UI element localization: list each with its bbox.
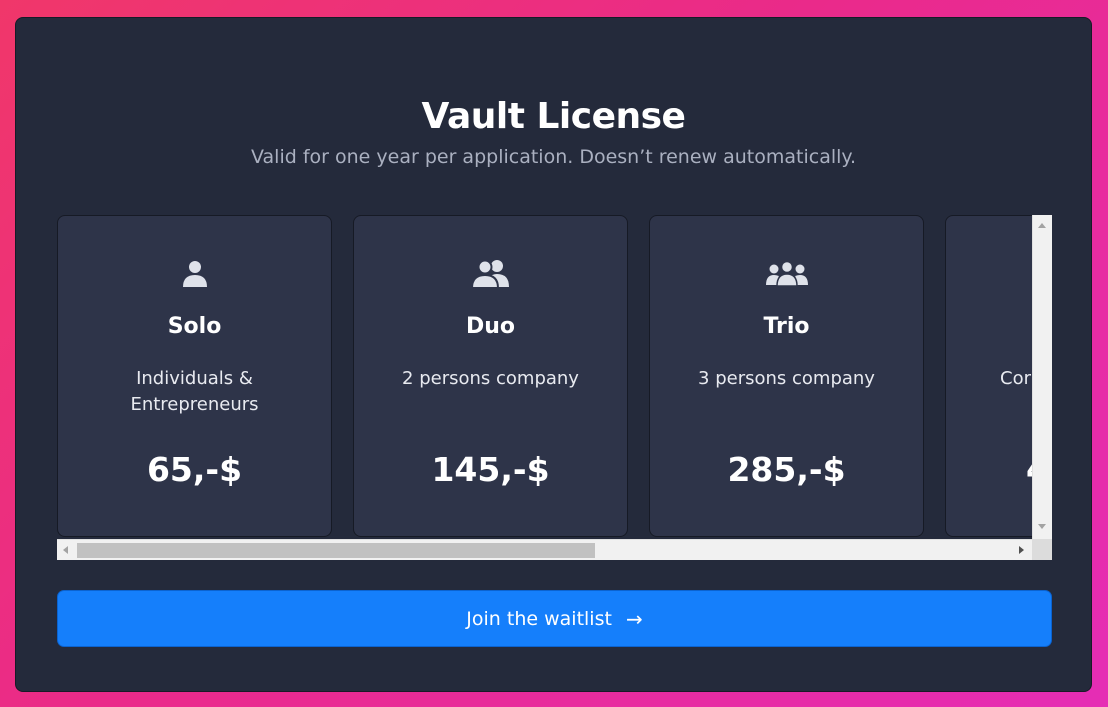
plan-name: Solo: [167, 314, 222, 339]
person-icon: [58, 256, 331, 292]
group-icon: [650, 256, 923, 292]
scrollbar-corner: [1032, 539, 1052, 560]
plans-track: Solo Individuals & Entrepreneurs 65,-$ D…: [57, 215, 1032, 539]
scroll-left-arrow-icon[interactable]: [63, 546, 68, 554]
license-panel: Vault License Valid for one year per app…: [15, 17, 1092, 692]
scroll-up-arrow-icon[interactable]: [1038, 223, 1046, 228]
plan-description: Individuals & Entrepreneurs: [130, 368, 259, 415]
plan-description: 2 persons company: [402, 368, 579, 389]
page-subtitle: Valid for one year per application. Does…: [251, 146, 856, 168]
plan-description: Cor: [1000, 368, 1031, 389]
scroll-down-arrow-icon[interactable]: [1038, 524, 1046, 529]
two-persons-icon: [354, 256, 627, 292]
plan-card-trio[interactable]: Trio 3 persons company 285,-$: [649, 215, 924, 537]
horizontal-scrollbar-thumb[interactable]: [77, 543, 595, 558]
join-waitlist-label: Join the waitlist: [466, 607, 612, 630]
plan-card-duo[interactable]: Duo 2 persons company 145,-$: [353, 215, 628, 537]
plan-description: 3 persons company: [698, 368, 875, 389]
plan-price: 145,-$: [431, 450, 550, 489]
plan-name: Duo: [465, 314, 516, 339]
plans-scroll-area[interactable]: Solo Individuals & Entrepreneurs 65,-$ D…: [57, 215, 1052, 560]
page-title: Vault License: [421, 96, 686, 137]
plan-name: Trio: [763, 314, 810, 339]
scroll-right-arrow-icon[interactable]: [1019, 546, 1024, 554]
horizontal-scrollbar[interactable]: [57, 539, 1032, 560]
plan-price: 285,-$: [727, 450, 846, 489]
plan-card-partial[interactable]: Cor 4: [945, 215, 1032, 537]
plan-price: 65,-$: [146, 450, 243, 489]
vertical-scrollbar[interactable]: [1032, 215, 1052, 539]
join-waitlist-button[interactable]: Join the waitlist →: [57, 590, 1052, 647]
plan-card-solo[interactable]: Solo Individuals & Entrepreneurs 65,-$: [57, 215, 332, 537]
arrow-right-icon: →: [625, 606, 643, 631]
